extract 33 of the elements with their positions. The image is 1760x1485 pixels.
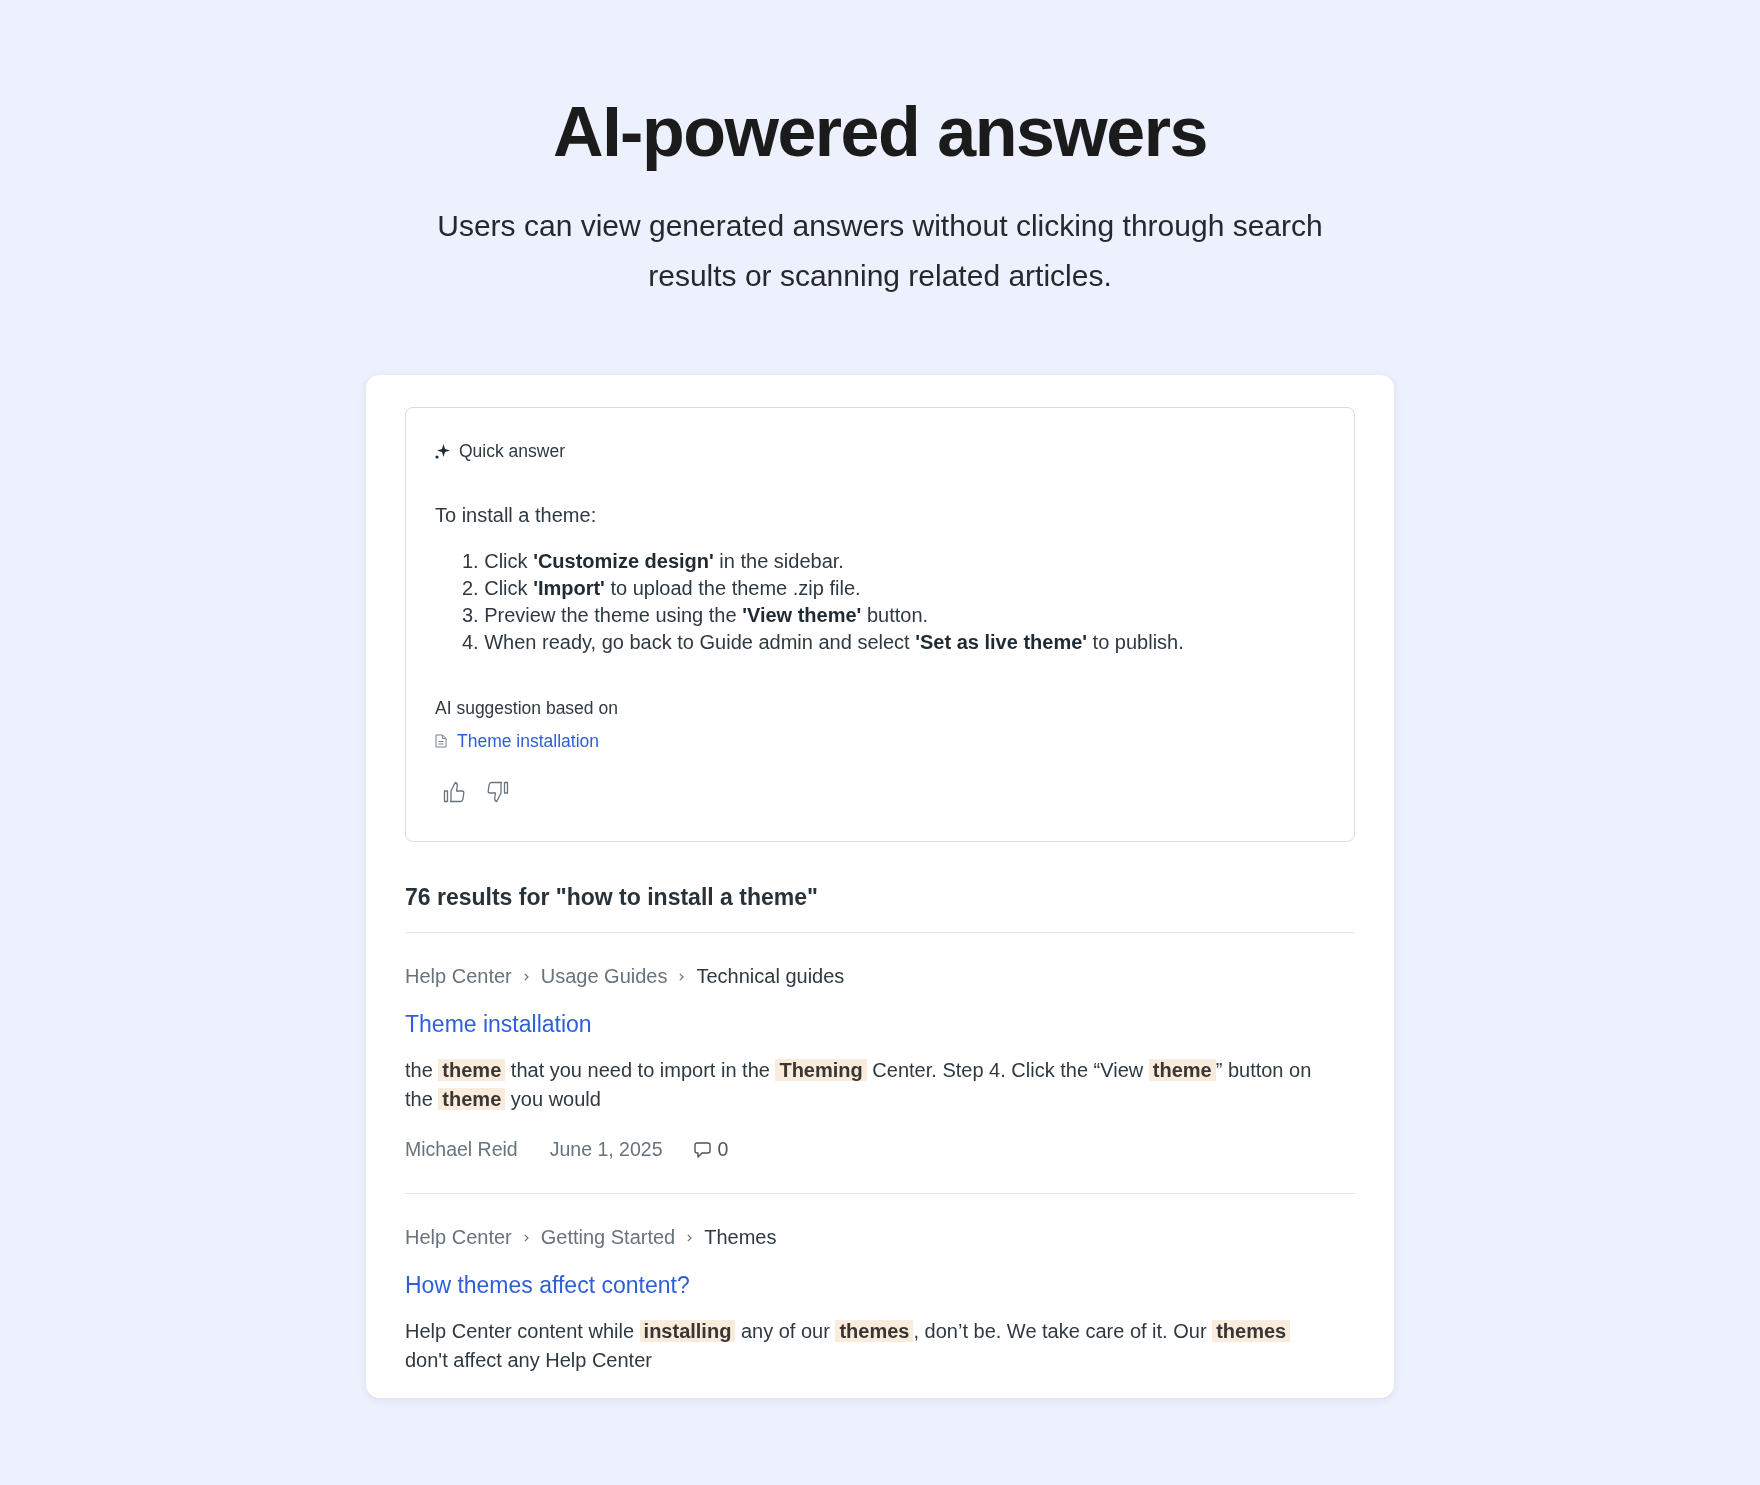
quick-answer-label: Quick answer <box>459 440 565 463</box>
answer-step: 2. Click 'Import' to upload the theme .zip file. <box>462 575 1325 602</box>
result-title-link[interactable]: How themes affect content? <box>405 1270 690 1300</box>
publish-date: June 1, 2025 <box>549 1137 663 1162</box>
thumbs-up-icon <box>443 781 465 803</box>
sparkle-icon <box>435 443 450 459</box>
document-icon <box>435 734 447 748</box>
breadcrumb-link[interactable]: Help Center <box>405 1224 512 1251</box>
answer-step: 4. When ready, go back to Guide admin and select 'Set as live theme' to publish. <box>462 629 1325 656</box>
page-subtitle: Users can view generated answers without clicking through search results or scanning related articles. <box>436 208 1324 294</box>
results-heading: 76 results for "how to install a theme" <box>405 882 1355 933</box>
result-snippet: the theme that you need to import in the Theming Center. Step 4. Click the “View theme” button on the theme you would <box>405 1058 1313 1112</box>
breadcrumb-link[interactable]: Getting Started <box>540 1224 676 1251</box>
breadcrumb-link[interactable]: Themes <box>704 1224 777 1251</box>
source-label: AI suggestion based on <box>435 697 619 720</box>
chevron-right-icon <box>679 972 685 981</box>
answer-intro: To install a theme: <box>435 503 598 528</box>
result-snippet: Help Center content while installing any of our themes, don’t be. We take care of it. Our themes don't affect any Help Center <box>405 1317 1325 1375</box>
chevron-right-icon <box>523 1233 529 1242</box>
author-name: Michael Reid <box>405 1137 518 1162</box>
answer-step: 1. Click 'Customize design' in the sidebar. <box>462 548 1325 575</box>
breadcrumb-link[interactable]: Technical guides <box>696 963 845 990</box>
answer-step: 3. Preview the theme using the 'View theme' button. <box>462 602 1325 629</box>
breadcrumb-link[interactable]: Usage Guides <box>540 963 668 990</box>
result-title-link[interactable]: Theme installation <box>405 1009 592 1039</box>
chevron-right-icon <box>523 972 529 981</box>
comment-icon <box>694 1141 712 1158</box>
chevron-right-icon <box>687 1233 693 1242</box>
source-link[interactable]: Theme installation <box>457 729 600 753</box>
comment-count: 0 <box>717 1137 729 1162</box>
thumbs-down-icon <box>487 781 509 803</box>
page-title: AI-powered answers <box>553 92 1207 173</box>
breadcrumb-link[interactable]: Help Center <box>405 963 512 990</box>
